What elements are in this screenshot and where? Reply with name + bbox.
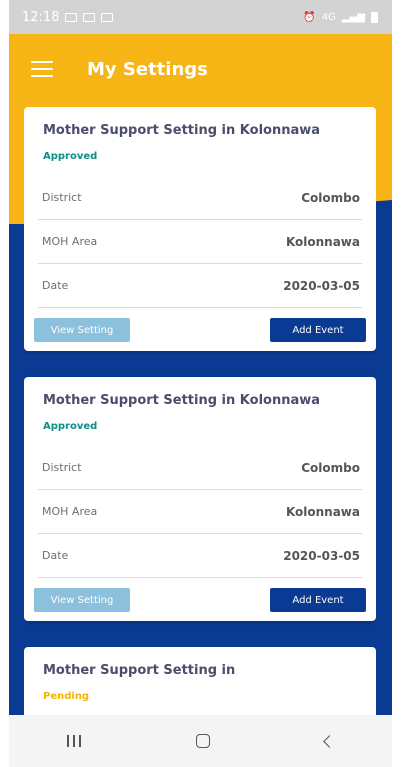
row-value: Colombo	[301, 190, 360, 205]
row-label: District	[42, 191, 82, 204]
row-label: District	[42, 461, 82, 474]
setting-card: Mother Support Setting in Kolonnawa Appr…	[24, 377, 376, 621]
app-bar: My Settings	[9, 34, 392, 104]
view-setting-button[interactable]: View Setting	[34, 318, 130, 342]
card-title: Mother Support Setting in Kolonnawa	[43, 123, 321, 138]
status-badge: Approved	[43, 421, 98, 432]
row-date: Date 2020-03-05	[38, 534, 362, 578]
row-district: District Colombo	[38, 446, 362, 490]
add-event-button[interactable]: Add Event	[270, 588, 366, 612]
home-icon[interactable]	[195, 734, 210, 748]
row-moh-area: MOH Area Kolonnawa	[38, 220, 362, 264]
row-value: Colombo	[301, 460, 360, 475]
phone-screen: 12:18 ⏰ 4G ▂▄▆ My Settings Mother Suppor…	[9, 0, 392, 767]
settings-list[interactable]: Mother Support Setting in Kolonnawa Appr…	[24, 107, 376, 715]
card-title: Mother Support Setting in Kolonnawa	[43, 393, 321, 408]
row-label: Date	[42, 549, 69, 562]
status-left: 12:18	[22, 9, 114, 25]
row-date: Date 2020-03-05	[38, 264, 362, 308]
menu-icon[interactable]	[31, 61, 53, 77]
row-value: 2020-03-05	[283, 548, 360, 563]
system-nav-bar	[9, 715, 392, 767]
battery-icon	[371, 11, 378, 23]
row-value: 2020-03-05	[283, 278, 360, 293]
alarm-icon: ⏰	[303, 11, 316, 23]
add-event-button[interactable]: Add Event	[270, 318, 366, 342]
status-right: ⏰ 4G ▂▄▆	[303, 11, 378, 23]
row-value: Kolonnawa	[285, 504, 360, 519]
check-icon	[101, 12, 114, 22]
row-label: MOH Area	[42, 235, 98, 248]
back-icon[interactable]	[323, 734, 337, 748]
row-district: District Colombo	[38, 176, 362, 220]
status-time: 12:18	[22, 9, 60, 25]
image-icon	[83, 12, 96, 22]
status-badge: Approved	[43, 151, 98, 162]
setting-card: Mother Support Setting in Pending	[24, 647, 376, 715]
recents-icon[interactable]	[66, 735, 81, 747]
card-title: Mother Support Setting in	[43, 663, 236, 678]
page-title: My Settings	[87, 58, 208, 80]
row-label: MOH Area	[42, 505, 98, 518]
row-value: Kolonnawa	[285, 234, 360, 249]
signal-text: 4G	[321, 11, 336, 23]
status-badge: Pending	[43, 691, 90, 702]
row-label: Date	[42, 279, 69, 292]
mail-icon	[65, 12, 78, 22]
row-moh-area: MOH Area Kolonnawa	[38, 490, 362, 534]
status-bar: 12:18 ⏰ 4G ▂▄▆	[9, 0, 392, 34]
setting-card: Mother Support Setting in Kolonnawa Appr…	[24, 107, 376, 351]
signal-icon: ▂▄▆	[341, 11, 365, 23]
view-setting-button[interactable]: View Setting	[34, 588, 130, 612]
